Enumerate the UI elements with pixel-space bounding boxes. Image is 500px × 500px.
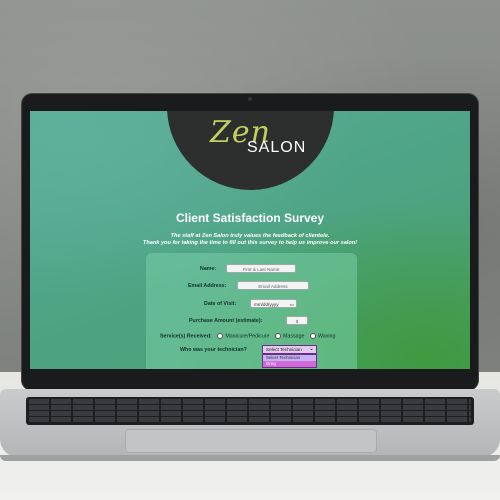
service-option-3: Waxing bbox=[317, 333, 336, 340]
key-row bbox=[29, 405, 471, 410]
email-label: Email Address: bbox=[188, 283, 227, 289]
services-label: Service(s) Received: bbox=[160, 333, 212, 340]
amount-label: Purchase Amount (estimate): bbox=[189, 318, 263, 324]
email-input[interactable]: Email Address bbox=[237, 281, 309, 290]
technician-option[interactable]: Greg bbox=[263, 361, 316, 367]
logo-word: SALON bbox=[247, 139, 307, 156]
technician-selected: Select Technician bbox=[266, 347, 302, 352]
chevron-down-icon: ⌄ bbox=[308, 346, 314, 352]
name-input[interactable]: First & Last Name bbox=[226, 264, 296, 273]
intro-line-1: The staff at Zen Salon truly values the … bbox=[170, 233, 330, 239]
service-option-2: Massage bbox=[282, 333, 305, 340]
key-row bbox=[29, 399, 471, 404]
technician-select[interactable]: Select Technician ⌄ bbox=[262, 345, 317, 354]
name-label: Name: bbox=[200, 266, 217, 272]
camera-icon bbox=[248, 97, 252, 101]
intro-line-2: Thank you for taking the time to fill ou… bbox=[142, 240, 358, 246]
laptop-screen: Zen SALON Client Satisfaction Survey The… bbox=[30, 111, 470, 369]
key-row bbox=[29, 411, 471, 416]
calendar-icon: ▭ bbox=[289, 302, 294, 307]
survey-form: Name: First & Last Name Email Address: E… bbox=[146, 253, 357, 369]
services-group: Service(s) Received: Manicure/Pedicure M… bbox=[160, 333, 335, 339]
key-row bbox=[29, 417, 471, 422]
trackpad bbox=[125, 429, 377, 453]
radio-waxing[interactable] bbox=[309, 333, 316, 339]
survey-intro: The staff at Zen Salon truly values the … bbox=[30, 233, 470, 247]
laptop-base bbox=[0, 389, 500, 457]
page-title: Client Satisfaction Survey bbox=[175, 211, 325, 225]
laptop-lip bbox=[0, 455, 500, 461]
date-input[interactable]: mm/dd/yyyy ▭ bbox=[250, 299, 297, 308]
technician-dropdown: Select Technician Greg bbox=[262, 354, 317, 368]
technician-label: Who was your technician? bbox=[180, 347, 247, 353]
radio-manicure[interactable] bbox=[217, 333, 224, 339]
date-label: Date of Visit: bbox=[204, 301, 237, 307]
laptop-lid: Zen SALON Client Satisfaction Survey The… bbox=[22, 94, 478, 390]
service-option-1: Manicure/Pedicure bbox=[225, 333, 270, 340]
amount-input[interactable]: $ bbox=[286, 316, 308, 325]
radio-massage[interactable] bbox=[274, 333, 281, 339]
keyboard bbox=[26, 397, 474, 425]
date-value: mm/dd/yyyy bbox=[254, 302, 279, 307]
